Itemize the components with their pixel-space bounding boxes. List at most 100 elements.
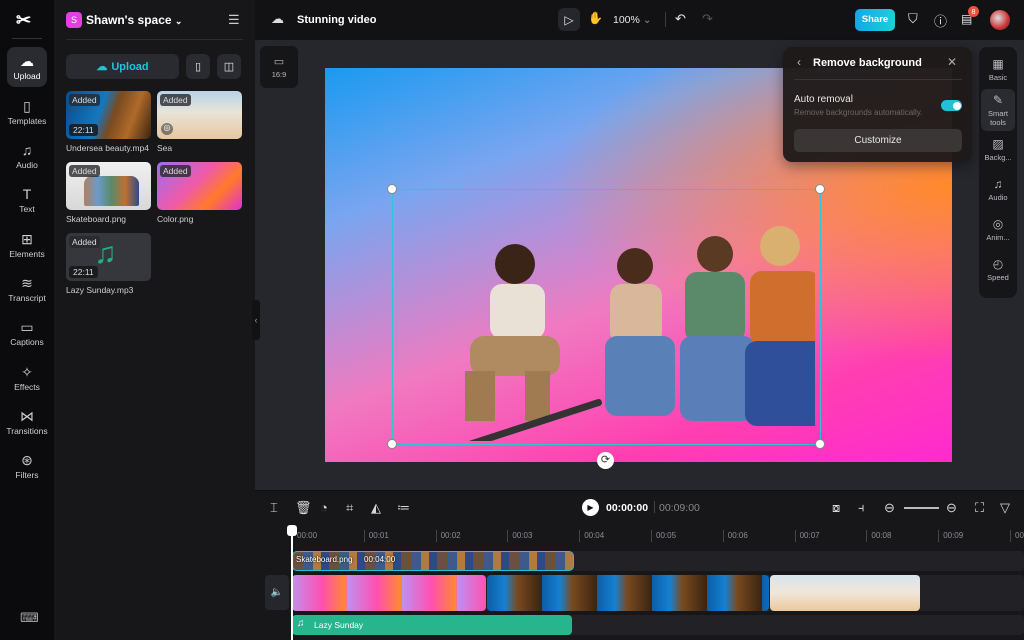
ruler-tick: 00:09: [938, 530, 963, 542]
keyboard-shortcuts-icon[interactable]: ⌨: [20, 610, 39, 626]
split-icon[interactable]: ⌶: [270, 500, 278, 516]
tool-basic[interactable]: ▦ Basic: [981, 53, 1015, 86]
tool-label: Audio: [988, 193, 1008, 202]
clip-color[interactable]: [292, 575, 486, 611]
hand-tool-button[interactable]: ✋: [588, 11, 603, 25]
tool-smart-tools[interactable]: ✎ Smart tools: [981, 89, 1015, 131]
overlay-clip-skateboard[interactable]: Skateboard.png 00:04:00: [292, 551, 574, 571]
rail-item-templates[interactable]: ▯ Templates: [7, 92, 47, 132]
rail-item-label: Audio: [16, 159, 38, 170]
media-item-lazy-sunday[interactable]: ♫ Added 22:11: [66, 233, 151, 281]
selection-box[interactable]: [392, 189, 821, 445]
ruler-tick: 00:07: [794, 530, 820, 542]
audio-clip-lazy-sunday[interactable]: ♫ Lazy Sunday: [292, 615, 572, 635]
shield-icon[interactable]: ⛉: [908, 11, 918, 27]
share-button[interactable]: Share: [855, 9, 895, 31]
rail-item-transcript[interactable]: ≋ Transcript: [7, 269, 47, 309]
rail-item-text[interactable]: T Text: [7, 180, 47, 220]
aspect-ratio-button[interactable]: ▭ 16:9: [260, 46, 298, 88]
ruler-tick: 00:05: [651, 530, 676, 542]
select-tool-button[interactable]: ▷: [558, 8, 580, 31]
notification-badge: 8: [968, 6, 979, 17]
added-badge: Added: [160, 165, 191, 177]
ruler-tick: 00:10: [1010, 530, 1024, 542]
ruler-tick: 00:04: [579, 530, 604, 542]
project-title[interactable]: Stunning video: [297, 14, 376, 26]
tool-label: Smart tools: [987, 109, 1008, 127]
tool-speed[interactable]: ◴ Speed: [981, 253, 1015, 286]
duration-label: 22:11: [69, 266, 98, 278]
music-icon: ♫: [21, 141, 33, 158]
redo-button[interactable]: ↷: [702, 11, 713, 27]
tool-label: Backg...: [984, 153, 1012, 162]
image-type-icon: ◎: [161, 123, 173, 135]
phone-upload-button[interactable]: ▯: [186, 54, 210, 79]
zoom-out-icon[interactable]: ⊖: [884, 500, 895, 516]
ruler-tick: 00:02: [435, 530, 461, 542]
tool-icon: ▨: [992, 137, 1004, 151]
freeze-icon[interactable]: ◔: [320, 500, 328, 515]
rail-item-transitions[interactable]: ⋈ Transitions: [6, 402, 47, 442]
play-button[interactable]: ▶: [582, 499, 599, 516]
customize-button[interactable]: Customize: [794, 129, 962, 152]
clip-name: Lazy Sunday: [314, 620, 364, 630]
zoom-in-icon[interactable]: ⊖: [946, 500, 957, 516]
rail-item-upload[interactable]: ☁ Upload: [7, 47, 47, 87]
effects-icon: ✧: [21, 363, 33, 380]
zoom-select[interactable]: 100% ⌄: [613, 14, 652, 26]
tool-audio[interactable]: ♫ Audio: [981, 173, 1015, 206]
feedback-icon[interactable]: ▽: [1000, 500, 1010, 516]
rotate-handle[interactable]: ⟳: [597, 452, 614, 469]
resize-handle-top-left[interactable]: [387, 184, 397, 194]
ruler-tick: 00:03: [507, 530, 532, 542]
clip-sea[interactable]: [770, 575, 920, 611]
undo-button[interactable]: ↶: [675, 11, 686, 27]
media-item-undersea[interactable]: Added 22:11: [66, 91, 151, 139]
resize-handle-top-right[interactable]: [815, 184, 825, 194]
chevron-down-icon: ⌄: [174, 16, 183, 26]
collapse-panel-handle[interactable]: ‹: [252, 300, 260, 340]
resize-handle-bottom-right[interactable]: [815, 439, 825, 449]
playhead[interactable]: [291, 528, 293, 640]
media-item-color[interactable]: Added: [157, 162, 242, 210]
resize-handle-bottom-left[interactable]: [387, 439, 397, 449]
split-center-icon[interactable]: ⫞: [858, 500, 865, 516]
close-icon[interactable]: ✕: [947, 55, 957, 69]
media-item-skateboard[interactable]: Added: [66, 162, 151, 210]
rail-item-elements[interactable]: ⊞ Elements: [7, 225, 47, 265]
flip-icon[interactable]: ◭: [371, 500, 381, 516]
added-badge: Added: [69, 236, 100, 248]
menu-list-icon[interactable]: ☰: [228, 12, 240, 28]
added-badge: Added: [160, 94, 191, 106]
duration-label: 22:11: [69, 124, 98, 136]
fit-icon[interactable]: ⛶: [975, 500, 984, 516]
elements-icon: ⊞: [21, 230, 33, 247]
rail-item-effects[interactable]: ✧ Effects: [7, 358, 47, 398]
tool-label: Speed: [987, 273, 1009, 282]
user-avatar[interactable]: [990, 10, 1010, 30]
delete-icon[interactable]: 🗑: [295, 500, 312, 516]
clip-undersea[interactable]: [487, 575, 769, 611]
upload-button[interactable]: ☁ Upload: [66, 54, 179, 79]
transitions-icon: ⋈: [20, 407, 34, 424]
zoom-value: 100%: [613, 14, 640, 26]
rail-item-captions[interactable]: ▭ Captions: [7, 313, 47, 353]
help-icon[interactable]: ⓘ: [934, 11, 947, 30]
rail-item-filters[interactable]: ⊛ Filters: [7, 446, 47, 486]
speed-edit-icon[interactable]: ≔: [397, 500, 410, 516]
record-camera-button[interactable]: ◫: [217, 54, 241, 79]
playhead-handle[interactable]: [287, 525, 297, 536]
snap-icon[interactable]: ⧇: [832, 500, 840, 516]
tool-anim[interactable]: ◎ Anim...: [981, 213, 1015, 246]
rail-item-audio[interactable]: ♫ Audio: [7, 136, 47, 176]
crop-icon[interactable]: ⌗: [346, 500, 353, 516]
ratio-label: 16:9: [271, 70, 287, 79]
media-item-sea[interactable]: Added ◎: [157, 91, 242, 139]
remove-background-popup: ‹ Remove background ✕ Auto removal Remov…: [783, 47, 972, 162]
back-button[interactable]: ‹: [797, 55, 801, 69]
workspace-switcher[interactable]: Shawn's space ⌄: [86, 13, 182, 27]
track-mute-button[interactable]: 🔈: [265, 575, 289, 610]
tool-backg[interactable]: ▨ Backg...: [981, 133, 1015, 166]
timeline-zoom-slider[interactable]: [904, 507, 939, 509]
auto-removal-toggle[interactable]: [941, 100, 962, 111]
